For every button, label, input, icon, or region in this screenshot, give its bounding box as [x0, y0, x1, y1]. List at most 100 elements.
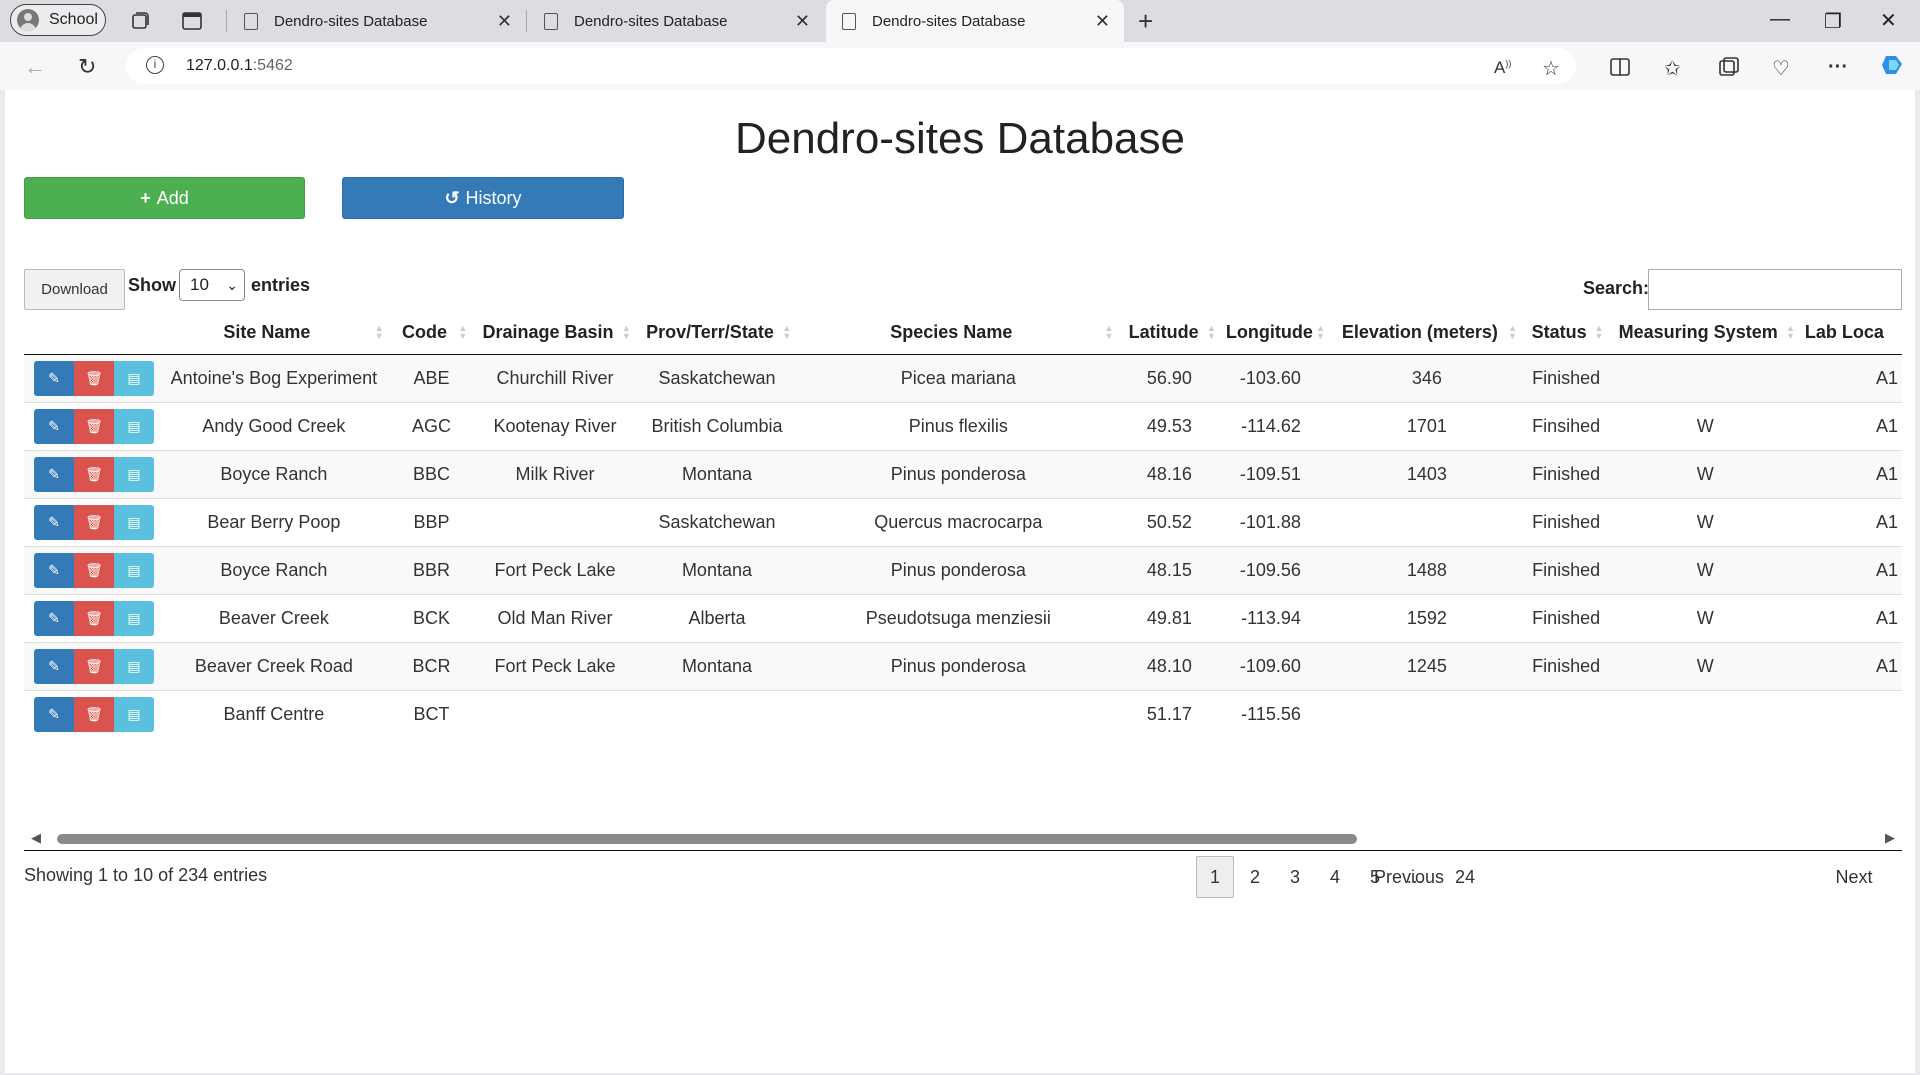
scrollbar-thumb[interactable] [57, 834, 1357, 844]
column-header-label: Latitude [1128, 322, 1199, 343]
view-row-button[interactable]: ▤ [114, 648, 154, 684]
column-header[interactable]: Site Name ▲ ▼ [158, 312, 390, 355]
column-header-label: Elevation (meters) [1341, 322, 1498, 343]
history-button[interactable]: ↺ History [342, 177, 624, 219]
table-cell: 1245 [1330, 641, 1523, 690]
view-row-button[interactable]: ▤ [114, 552, 154, 588]
edit-row-button[interactable]: ✎ [34, 360, 74, 396]
favorite-star-icon[interactable]: ☆ [1542, 56, 1560, 81]
delete-row-button[interactable]: 🗑 [74, 360, 114, 396]
tab-actions-icon[interactable] [180, 9, 204, 33]
tab-3-active[interactable]: Dendro-sites Database ✕ [826, 0, 1124, 42]
workspaces-icon[interactable] [128, 9, 152, 33]
table-cell [473, 497, 637, 546]
refresh-icon[interactable]: ↻ [78, 54, 96, 80]
view-row-button[interactable]: ▤ [114, 456, 154, 492]
column-header[interactable]: Longitude ▲ ▼ [1221, 312, 1331, 355]
read-aloud-icon[interactable]: A)) [1494, 58, 1511, 78]
browser-essentials-icon[interactable]: ♡ [1772, 56, 1790, 81]
close-tab-icon[interactable]: ✕ [497, 11, 512, 32]
delete-row-button[interactable]: 🗑 [74, 648, 114, 684]
tab-1[interactable]: Dendro-sites Database ✕ [228, 0, 526, 42]
column-header[interactable]: Lab Loca [1800, 312, 1902, 355]
page-number-button[interactable]: 3 [1276, 856, 1314, 898]
page-viewport: Dendro-sites Database + Add ↺ History Do… [5, 90, 1915, 1073]
collections-icon[interactable] [1718, 56, 1740, 78]
download-button[interactable]: Download [24, 269, 125, 310]
edit-row-button[interactable]: ✎ [34, 408, 74, 444]
sort-icon: ▲ ▼ [1206, 323, 1216, 341]
view-row-button[interactable]: ▤ [114, 600, 154, 636]
sites-table: Site Name ▲ ▼ Code ▲ ▼ Drainage Basin ▲ ▼ Prov/Te… [24, 312, 1902, 732]
table-cell [1609, 689, 1801, 732]
tab-2[interactable]: Dendro-sites Database ✕ [528, 0, 824, 42]
page-number-button[interactable]: 2 [1236, 856, 1274, 898]
table-cell: A1 [1800, 353, 1902, 402]
profile-button[interactable]: School [10, 4, 106, 36]
view-row-button[interactable]: ▤ [114, 504, 154, 540]
edit-row-button[interactable]: ✎ [34, 648, 74, 684]
table-cell: A1 [1800, 545, 1902, 594]
table-row: ✎ 🗑 ▤ Bear Berry Poop BBP Saskatchewan Quercus… [24, 497, 1902, 546]
table-cell [1330, 689, 1523, 732]
page-number-button[interactable]: 24 [1440, 856, 1490, 898]
tab-title: Dendro-sites Database [574, 12, 728, 30]
page-number-button[interactable]: 4 [1316, 856, 1354, 898]
view-row-button[interactable]: ▤ [114, 696, 154, 732]
delete-row-button[interactable]: 🗑 [74, 456, 114, 492]
column-header[interactable]: Latitude ▲ ▼ [1119, 312, 1222, 355]
horizontal-scrollbar[interactable]: ◀ ▶ [24, 830, 1902, 847]
scroll-right-icon[interactable]: ▶ [1885, 830, 1895, 846]
edit-row-button[interactable]: ✎ [34, 600, 74, 636]
view-row-button[interactable]: ▤ [114, 408, 154, 444]
close-window-icon[interactable]: ✕ [1880, 8, 1897, 33]
more-options-icon[interactable]: ··· [1828, 56, 1848, 79]
close-tab-icon[interactable]: ✕ [1095, 11, 1110, 32]
delete-row-button[interactable]: 🗑 [74, 600, 114, 636]
book-icon: ▤ [127, 369, 141, 386]
search-input[interactable] [1648, 269, 1902, 310]
minimize-icon[interactable]: — [1770, 8, 1790, 31]
trash-icon: 🗑 [85, 657, 103, 674]
favorites-icon[interactable]: ✩ [1664, 56, 1681, 81]
next-page-button[interactable]: Next [1819, 856, 1889, 898]
column-header[interactable]: Prov/Terr/State ▲ ▼ [636, 312, 798, 355]
restore-icon[interactable]: ❐ [1824, 9, 1842, 34]
table-cell: Montana [636, 449, 798, 498]
site-info-icon[interactable]: i [146, 56, 164, 74]
column-header[interactable]: Measuring System ▲ ▼ [1609, 312, 1801, 355]
add-button[interactable]: + Add [24, 177, 305, 219]
edit-icon: ✎ [48, 369, 60, 386]
column-header[interactable]: Drainage Basin ▲ ▼ [473, 312, 637, 355]
copilot-icon[interactable] [1880, 52, 1906, 78]
delete-row-button[interactable]: 🗑 [74, 408, 114, 444]
table-cell: Finished [1522, 545, 1610, 594]
split-screen-icon[interactable] [1609, 56, 1631, 78]
new-tab-icon[interactable]: + [1138, 6, 1153, 37]
address-bar[interactable]: i 127.0.0.1:5462 [126, 48, 1576, 84]
close-tab-icon[interactable]: ✕ [795, 11, 810, 32]
scroll-left-icon[interactable]: ◀ [31, 830, 41, 846]
page-number-button[interactable]: 1 [1196, 856, 1234, 898]
url-text[interactable]: 127.0.0.1:5462 [186, 57, 293, 75]
book-icon: ▤ [127, 561, 141, 578]
column-header[interactable]: Species Name ▲ ▼ [797, 312, 1120, 355]
delete-row-button[interactable]: 🗑 [74, 696, 114, 732]
delete-row-button[interactable]: 🗑 [74, 504, 114, 540]
table-cell: Beaver Creek [158, 593, 390, 642]
edit-row-button[interactable]: ✎ [34, 456, 74, 492]
edit-row-button[interactable]: ✎ [34, 504, 74, 540]
page-number-button[interactable]: 5 [1356, 856, 1394, 898]
table-row: ✎ 🗑 ▤ Boyce Ranch BBR Fort Peck Lake Montana Pi… [24, 545, 1902, 594]
view-row-button[interactable]: ▤ [114, 360, 154, 396]
column-header[interactable]: Code ▲ ▼ [389, 312, 474, 355]
column-header[interactable]: Status ▲ ▼ [1522, 312, 1610, 355]
page-length-select[interactable]: 10 ⌄ [179, 269, 245, 301]
delete-row-button[interactable]: 🗑 [74, 552, 114, 588]
profile-label: School [49, 11, 98, 28]
edit-row-button[interactable]: ✎ [34, 696, 74, 732]
book-icon: ▤ [127, 417, 141, 434]
back-icon[interactable]: ← [24, 54, 46, 80]
column-header[interactable]: Elevation (meters) ▲ ▼ [1330, 312, 1523, 355]
edit-row-button[interactable]: ✎ [34, 552, 74, 588]
